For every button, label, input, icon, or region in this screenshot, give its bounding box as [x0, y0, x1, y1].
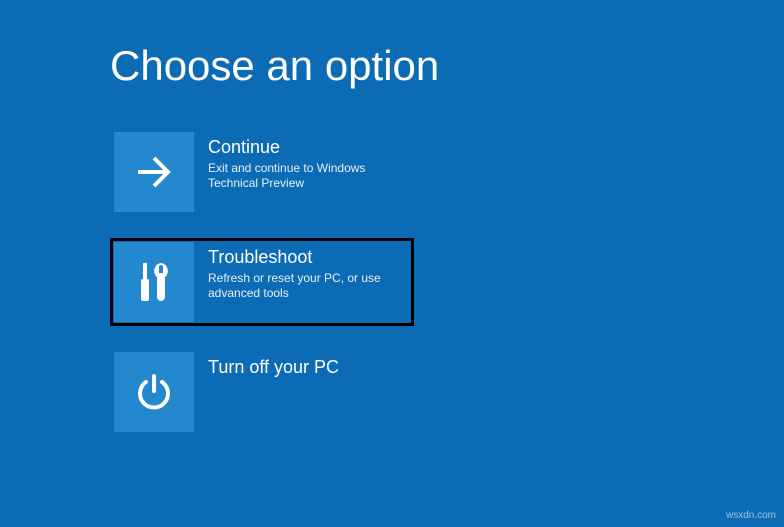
option-title: Turn off your PC [208, 356, 339, 378]
option-description: Refresh or reset your PC, or use advance… [208, 271, 403, 301]
watermark: wsxdn.com [726, 510, 776, 521]
arrow-right-icon [114, 132, 194, 212]
option-troubleshoot[interactable]: Troubleshoot Refresh or reset your PC, o… [110, 238, 414, 326]
option-title: Continue [208, 136, 403, 158]
option-title: Troubleshoot [208, 246, 403, 268]
option-text: Turn off your PC [194, 352, 339, 381]
option-text: Continue Exit and continue to Windows Te… [194, 132, 403, 191]
power-icon [114, 352, 194, 432]
option-text: Troubleshoot Refresh or reset your PC, o… [194, 242, 403, 301]
option-turnoff[interactable]: Turn off your PC [110, 348, 414, 436]
option-continue[interactable]: Continue Exit and continue to Windows Te… [110, 128, 414, 216]
option-description: Exit and continue to Windows Technical P… [208, 161, 403, 191]
options-list: Continue Exit and continue to Windows Te… [110, 128, 414, 458]
page-title: Choose an option [110, 42, 439, 90]
tools-icon [114, 242, 194, 322]
